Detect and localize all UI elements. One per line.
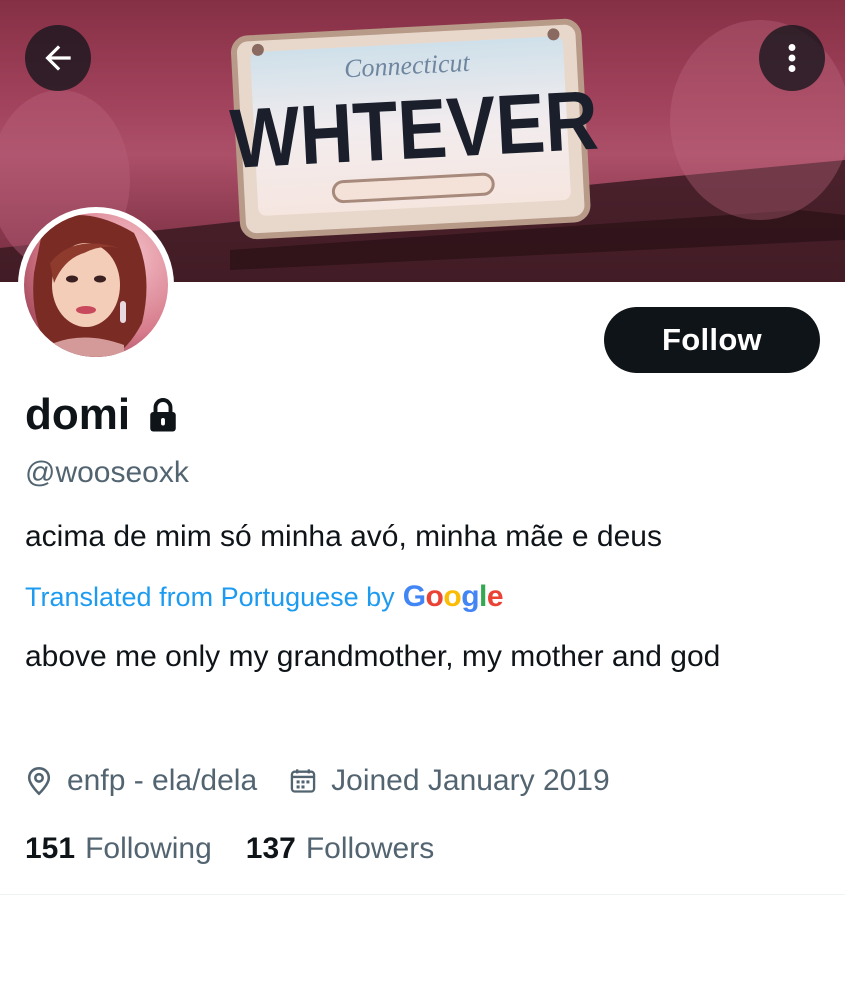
profile-bio: acima de mim só minha avó, minha mãe e d… <box>25 520 662 553</box>
more-vertical-icon <box>788 44 796 72</box>
followers-count: 137 <box>245 832 296 865</box>
section-divider <box>0 894 845 895</box>
location-pin-icon <box>25 766 53 796</box>
user-handle: @wooseoxk <box>25 456 189 489</box>
followers-label: Followers <box>305 832 435 865</box>
location-text: enfp - ela/dela <box>67 764 258 797</box>
calendar-icon <box>289 767 317 795</box>
profile-meta-row: enfp - ela/dela Joined January 2019 <box>25 764 610 798</box>
following-label: Following <box>85 832 212 865</box>
location-item: enfp - ela/dela <box>25 764 257 798</box>
google-logo: Google <box>402 580 504 613</box>
arrow-left-icon <box>45 45 71 71</box>
display-name: domi <box>25 390 131 439</box>
follow-button[interactable]: Follow <box>604 307 820 373</box>
plate-number-text: WHTEVER <box>228 73 600 186</box>
lock-icon <box>148 397 178 433</box>
profile-stats-row: 151 Following 137 Followers <box>25 832 434 866</box>
more-options-button[interactable] <box>759 25 825 91</box>
following-link[interactable]: 151 Following <box>25 832 212 866</box>
translated-from-label: Translated from Portuguese by <box>25 581 395 612</box>
profile-name-row: domi <box>25 390 178 440</box>
followers-link[interactable]: 137 Followers <box>246 832 434 866</box>
following-count: 151 <box>25 832 76 865</box>
joined-text: Joined January 2019 <box>331 764 610 797</box>
avatar-photo <box>24 213 168 357</box>
translation-attribution[interactable]: Translated from Portuguese by Google <box>25 580 504 614</box>
back-button[interactable] <box>25 25 91 91</box>
avatar[interactable] <box>18 207 174 363</box>
joined-item: Joined January 2019 <box>289 764 610 798</box>
bio-translation: above me only my grandmother, my mother … <box>25 640 721 673</box>
